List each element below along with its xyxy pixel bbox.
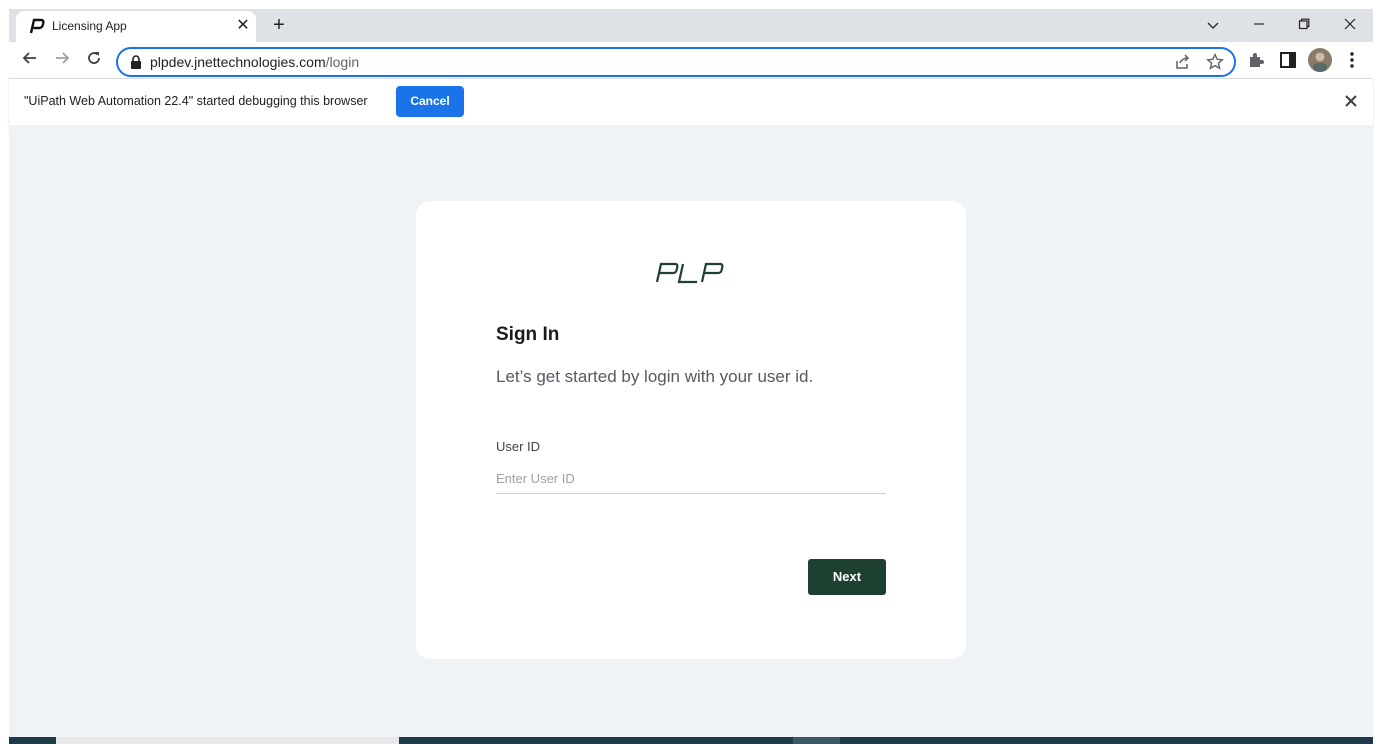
address-bar[interactable]: plpdev.jnettechnologies.com/login: [116, 47, 1236, 77]
new-tab-icon[interactable]: +: [268, 14, 290, 36]
forward-icon[interactable]: [50, 48, 74, 72]
plp-logo: [655, 262, 724, 284]
cancel-button[interactable]: Cancel: [396, 86, 464, 117]
reload-icon[interactable]: [82, 48, 106, 72]
taskbar-active-app[interactable]: [793, 737, 840, 744]
tab-strip: Licensing App ✕ +: [9, 9, 1373, 42]
close-window-icon[interactable]: [1335, 13, 1365, 37]
restore-icon[interactable]: [1289, 13, 1319, 37]
minimize-icon[interactable]: [1244, 13, 1274, 37]
taskbar-search[interactable]: [56, 737, 399, 744]
share-icon[interactable]: [1173, 52, 1193, 72]
url-text: plpdev.jnettechnologies.com/login: [150, 54, 359, 70]
taskbar: [9, 737, 1373, 744]
browser-window: Licensing App ✕ + plpdev.jnettechnologie…: [9, 9, 1373, 744]
sign-in-title: Sign In: [496, 324, 560, 345]
next-button[interactable]: Next: [808, 559, 886, 595]
profile-avatar[interactable]: [1308, 48, 1332, 72]
tab-close-icon[interactable]: ✕: [233, 16, 253, 36]
menu-kebab-icon[interactable]: [1341, 49, 1363, 71]
sign-in-subtitle: Let’s get started by login with your use…: [496, 367, 814, 386]
tab-search-icon[interactable]: [1198, 13, 1228, 37]
page-content: Sign In Let’s get started by login with …: [9, 125, 1373, 737]
url-path: /login: [325, 54, 360, 70]
tab-title: Licensing App: [52, 19, 127, 33]
bookmark-star-icon[interactable]: [1205, 52, 1225, 72]
login-card: Sign In Let’s get started by login with …: [416, 201, 966, 659]
user-id-input[interactable]: [496, 463, 886, 494]
browser-toolbar: plpdev.jnettechnologies.com/login: [9, 42, 1373, 78]
infobar-message: "UiPath Web Automation 22.4" started deb…: [24, 94, 368, 108]
url-host: plpdev.jnettechnologies.com: [150, 54, 326, 70]
side-panel-icon[interactable]: [1277, 49, 1299, 71]
back-icon[interactable]: [18, 48, 42, 72]
plp-favicon-icon: [29, 18, 45, 34]
extensions-icon[interactable]: [1245, 49, 1267, 71]
user-id-label: User ID: [496, 439, 541, 454]
debugging-infobar: "UiPath Web Automation 22.4" started deb…: [9, 78, 1373, 126]
infobar-close-icon[interactable]: [1341, 91, 1361, 111]
browser-tab[interactable]: Licensing App ✕: [16, 11, 256, 42]
lock-icon: [131, 55, 141, 69]
